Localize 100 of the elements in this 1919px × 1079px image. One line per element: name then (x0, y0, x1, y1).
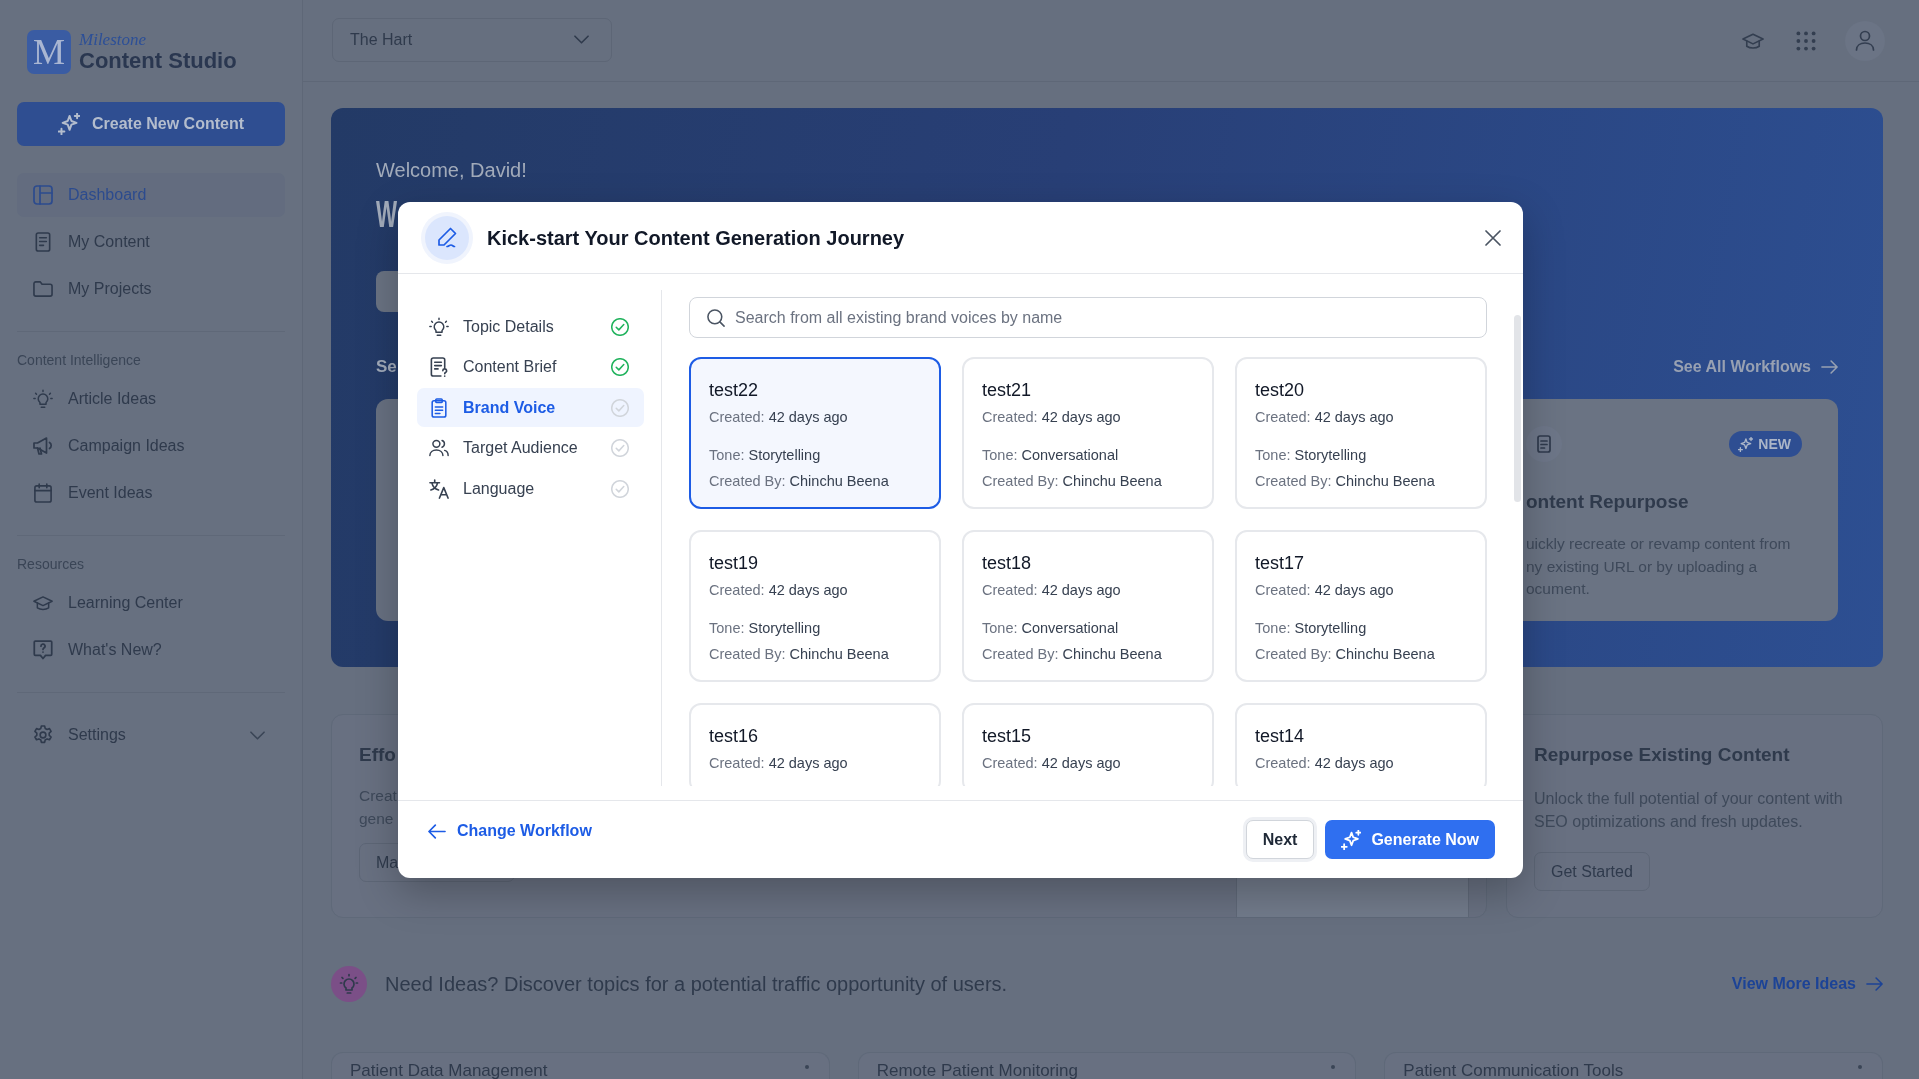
arrow-left-icon (428, 823, 446, 839)
lightbulb-icon (33, 389, 53, 409)
created-text: Created: 42 days ago (709, 754, 848, 773)
scrollbar[interactable] (1514, 315, 1521, 502)
idea-card[interactable]: Patient Data Management (331, 1052, 830, 1079)
close-icon[interactable] (1485, 229, 1501, 246)
dot-icon (804, 1065, 809, 1069)
author-text: Created By: Chinchu Beena (982, 472, 1162, 491)
brand-voice-card[interactable]: test20 Created: 42 days ago Tone: Storytelling Created By: Chinchu Beena (1235, 357, 1487, 509)
voice-name: test19 (709, 552, 759, 574)
lightbulb-icon (331, 966, 367, 1002)
nav-item[interactable]: Article Ideas (17, 377, 285, 421)
step-item[interactable]: Brand Voice (417, 388, 644, 427)
brand-voice-card[interactable]: test15 Created: 42 days ago (962, 703, 1214, 786)
created-text: Created: 42 days ago (982, 754, 1121, 773)
generate-button[interactable]: Generate Now (1325, 820, 1495, 859)
create-button[interactable]: Create New Content (17, 102, 285, 146)
created-text: Created: 42 days ago (709, 581, 848, 600)
card-title: Patient Data Management (350, 1061, 548, 1079)
brand-voice-card[interactable]: test19 Created: 42 days ago Tone: Storytelling Created By: Chinchu Beena (689, 530, 941, 682)
arrow-right-icon (1866, 977, 1883, 991)
nav-item[interactable]: Learning Center (17, 581, 285, 625)
tone-text: Tone: Storytelling (1255, 446, 1367, 465)
voice-name: test22 (709, 379, 759, 401)
brand-voice-card[interactable]: test17 Created: 42 days ago Tone: Storytelling Created By: Chinchu Beena (1235, 530, 1487, 682)
question-icon (33, 640, 53, 660)
created-text: Created: 42 days ago (1255, 754, 1394, 773)
logo-mark: M (27, 30, 71, 74)
layout-icon (33, 185, 53, 205)
author-text: Created By: Chinchu Beena (1255, 472, 1435, 491)
brand-voice-card[interactable]: test14 Created: 42 days ago (1235, 703, 1487, 786)
sparkle-icon (58, 113, 80, 135)
clipboard-icon (429, 397, 449, 418)
created-text: Created: 42 days ago (709, 408, 848, 427)
nav-item[interactable]: My Projects (17, 267, 285, 311)
voice-name: test20 (1255, 379, 1305, 401)
search-field[interactable]: Search from all existing brand voices by name (689, 297, 1487, 338)
hero-heading: W (376, 194, 398, 236)
tone-text: Tone: Storytelling (709, 619, 821, 638)
sparkle-icon (1341, 829, 1362, 850)
created-text: Created: 42 days ago (982, 408, 1121, 427)
nav-item[interactable]: My Content (17, 220, 285, 264)
step-item[interactable]: Language (417, 469, 644, 508)
created-text: Created: 42 days ago (1255, 408, 1394, 427)
nav-item[interactable]: Event Ideas (17, 471, 285, 515)
action-button[interactable]: Get Started (1534, 852, 1650, 891)
next-button[interactable]: Next (1245, 820, 1315, 859)
brand-voice-card[interactable]: test18 Created: 42 days ago Tone: Conversational Created By: Chinchu Beena (962, 530, 1214, 682)
section-title: Se (376, 356, 397, 379)
graduation-cap-icon[interactable] (1742, 32, 1764, 49)
greeting-text: Welcome, David! (376, 158, 527, 182)
pen-icon (421, 211, 473, 264)
lightbulb-icon (429, 316, 449, 337)
tone-text: Tone: Conversational (982, 619, 1119, 638)
tone-text: Tone: Storytelling (709, 446, 821, 465)
brand-voice-card[interactable]: test22 Created: 42 days ago Tone: Storytelling Created By: Chinchu Beena (689, 357, 941, 509)
nav-item[interactable]: Campaign Ideas (17, 424, 285, 468)
calendar-icon (33, 483, 53, 503)
dialog-title: Kick-start Your Content Generation Journey (487, 225, 905, 251)
idea-card[interactable]: Remote Patient Monitoring (857, 1052, 1357, 1079)
idea-card[interactable]: Patient Communication Tools (1384, 1052, 1883, 1079)
voice-name: test21 (982, 379, 1032, 401)
search-icon (707, 308, 725, 327)
grid-icon[interactable] (1796, 30, 1816, 51)
folder-icon (33, 279, 53, 299)
sparkle-icon (1738, 436, 1754, 452)
voice-name: test16 (709, 725, 759, 747)
users-icon (429, 438, 449, 458)
voice-name: test15 (982, 725, 1032, 747)
document-question-icon (429, 357, 449, 377)
card-title: ontent Repurpose (1526, 490, 1689, 514)
card-title: Effo (359, 743, 396, 767)
see-all-link[interactable]: See All Workflows (1673, 355, 1838, 379)
tone-text: Tone: Storytelling (1255, 619, 1367, 638)
workflow-card[interactable] (376, 399, 398, 621)
step-item[interactable]: Target Audience (417, 428, 644, 468)
voice-name: test18 (982, 552, 1032, 574)
card-title: Remote Patient Monitoring (876, 1061, 1078, 1079)
voice-name: test14 (1255, 725, 1305, 747)
tone-text: Tone: Conversational (982, 446, 1119, 465)
translate-icon (429, 478, 449, 499)
step-item[interactable]: Topic Details (417, 307, 644, 346)
nav-item[interactable]: What's New? (17, 628, 285, 672)
graduation-cap-icon (33, 593, 53, 613)
card-title: Patient Communication Tools (1403, 1061, 1624, 1079)
step-item[interactable]: Content Brief (417, 347, 644, 387)
nav-item[interactable]: Settings (17, 713, 285, 757)
brand-voice-card[interactable]: test16 Created: 42 days ago (689, 703, 941, 786)
author-text: Created By: Chinchu Beena (1255, 645, 1435, 664)
created-text: Created: 42 days ago (1255, 581, 1394, 600)
app-name: Content Studio (79, 49, 237, 73)
author-text: Created By: Chinchu Beena (709, 472, 889, 491)
author-text: Created By: Chinchu Beena (982, 645, 1162, 664)
user-icon[interactable] (1845, 20, 1885, 61)
voice-name: test17 (1255, 552, 1305, 574)
brand-voice-card[interactable]: test21 Created: 42 days ago Tone: Conversational Created By: Chinchu Beena (962, 357, 1214, 509)
change-workflow-link[interactable]: Change Workflow (428, 819, 592, 843)
megaphone-icon (33, 436, 53, 456)
author-text: Created By: Chinchu Beena (709, 645, 889, 664)
input-field[interactable] (376, 271, 398, 312)
